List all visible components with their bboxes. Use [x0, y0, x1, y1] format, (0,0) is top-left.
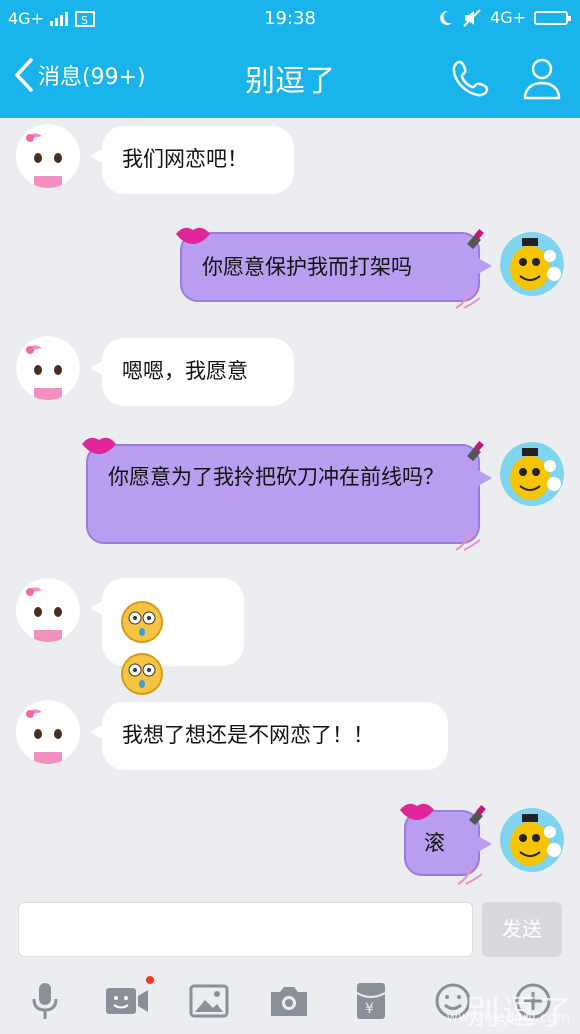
chevron-left-icon: [15, 58, 33, 92]
lips-icon: [400, 803, 434, 820]
message-row: 嗯嗯，我愿意: [0, 330, 580, 420]
girl-avatar-icon: [16, 578, 80, 642]
status-right: 4G+: [436, 8, 571, 27]
watermark-url: www.biedoul.com: [446, 1010, 570, 1026]
message-text: 嗯嗯，我愿意: [122, 359, 248, 383]
red-packet-icon: ¥: [356, 983, 386, 1019]
message-bubble[interactable]: 你愿意保护我而打架吗: [180, 232, 492, 302]
video-icon: [106, 988, 148, 1014]
lipstick-icon: [467, 229, 484, 250]
message-row: 滚: [0, 800, 580, 890]
message-text: 我想了想还是不网恋了！！: [122, 723, 374, 747]
back-button[interactable]: 消息(99+): [14, 58, 146, 92]
shocked-face-icon: [121, 653, 163, 695]
message-bubble[interactable]: 我想了想还是不网恋了！！: [90, 702, 448, 770]
avatar-girl[interactable]: [16, 578, 80, 642]
message-bubble[interactable]: [90, 578, 244, 695]
message-bubble[interactable]: 你愿意为了我拎把砍刀冲在前线吗？: [86, 444, 492, 544]
lipstick-icon: [467, 441, 484, 462]
image-button[interactable]: [184, 978, 234, 1024]
network-label-right: 4G+: [490, 8, 526, 27]
send-button[interactable]: 发送: [482, 902, 562, 957]
ribbon-icon: [455, 289, 481, 309]
profile-button[interactable]: [522, 56, 562, 104]
message-row: 我想了想还是不网恋了！！: [0, 692, 580, 782]
smiley-avatar-icon: [500, 808, 564, 872]
message-text: 你愿意为了我拎把砍刀冲在前线吗？: [108, 465, 444, 489]
back-label: 消息(99+): [38, 65, 146, 90]
title-bar: 消息(99+) 别逗了: [0, 38, 580, 118]
notification-dot: [146, 976, 154, 984]
message-row: [0, 570, 580, 695]
status-bar: 4G+ S 19:38 4G+: [0, 0, 580, 38]
message-text: 滚: [424, 831, 445, 855]
message-bubble[interactable]: 我们网恋吧！: [90, 126, 294, 194]
avatar-me[interactable]: [500, 232, 564, 296]
avatar-girl[interactable]: [16, 700, 80, 764]
ribbon-icon: [455, 531, 481, 551]
message-row: 你愿意为了我拎把砍刀冲在前线吗？: [0, 432, 580, 552]
moon-icon: [440, 10, 453, 25]
avatar-me[interactable]: [500, 442, 564, 506]
message-row: 我们网恋吧！: [0, 118, 580, 208]
smiley-avatar-icon: [500, 442, 564, 506]
user-icon: [523, 58, 561, 100]
avatar-me[interactable]: [500, 808, 564, 872]
girl-avatar-icon: [16, 124, 80, 188]
avatar-girl[interactable]: [16, 124, 80, 188]
camera-icon: [271, 987, 307, 1016]
video-button[interactable]: [102, 976, 154, 1024]
image-icon: [189, 984, 229, 1018]
message-text: 你愿意保护我而打架吗: [202, 255, 412, 279]
battery-icon: [534, 10, 571, 25]
message-bubble[interactable]: 嗯嗯，我愿意: [90, 338, 294, 406]
call-button[interactable]: [450, 58, 490, 102]
message-row: 你愿意保护我而打架吗: [0, 222, 580, 312]
message-input[interactable]: [18, 902, 473, 957]
composer: 发送: [0, 892, 580, 972]
smiley-avatar-icon: [500, 232, 564, 296]
svg-text:¥: ¥: [365, 1001, 374, 1017]
camera-button[interactable]: [264, 978, 314, 1024]
girl-avatar-icon: [16, 336, 80, 400]
mute-icon: [463, 8, 481, 27]
girl-avatar-icon: [16, 700, 80, 764]
lips-icon: [176, 227, 210, 244]
lipstick-icon: [469, 805, 486, 826]
lips-icon: [82, 437, 116, 454]
voice-button[interactable]: [20, 978, 70, 1024]
avatar-girl[interactable]: [16, 336, 80, 400]
shocked-face-icon: [121, 601, 163, 643]
red-packet-button[interactable]: ¥: [346, 978, 396, 1024]
message-text: 我们网恋吧！: [122, 147, 248, 171]
ribbon-icon: [457, 865, 483, 885]
microphone-icon: [32, 983, 58, 1019]
phone-icon: [452, 60, 489, 97]
